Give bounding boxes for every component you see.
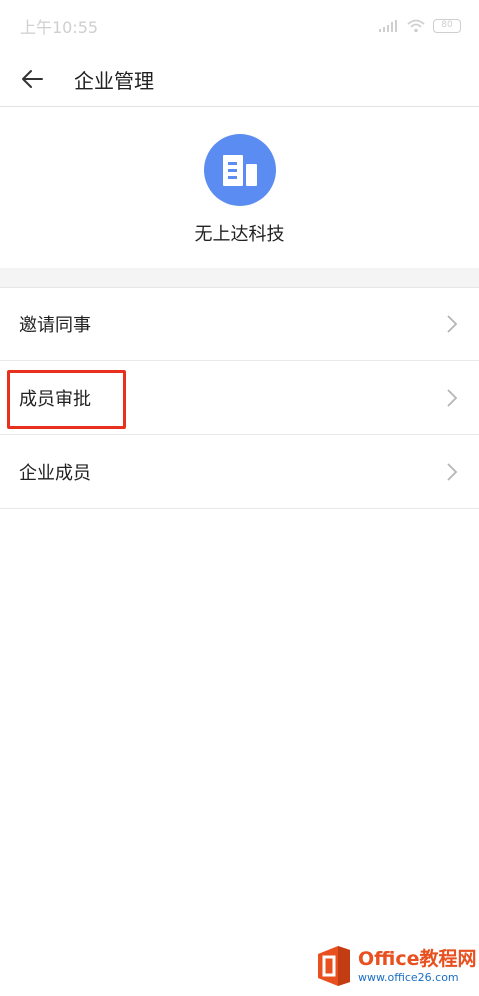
menu-item-label: 企业成员 bbox=[19, 462, 91, 484]
chevron-right-icon bbox=[447, 388, 458, 407]
status-icons: 80 bbox=[379, 19, 461, 33]
menu-item-invite-colleagues[interactable]: 邀请同事 bbox=[0, 288, 479, 361]
page-title: 企业管理 bbox=[74, 68, 154, 93]
office-logo-icon bbox=[318, 946, 350, 986]
company-name: 无上达科技 bbox=[194, 224, 285, 245]
page: 上午10:55 80 企业管理 无上达科技 邀请同事 成员审批 企业成员 Off… bbox=[0, 0, 479, 996]
menu-list: 邀请同事 成员审批 企业成员 bbox=[0, 288, 479, 509]
watermark-url: www.office26.com bbox=[358, 970, 459, 984]
status-bar: 上午10:55 80 bbox=[0, 0, 479, 52]
watermark-brand: Office教程网 bbox=[358, 947, 477, 970]
menu-item-member-approval[interactable]: 成员审批 bbox=[0, 361, 479, 435]
chevron-right-icon bbox=[447, 462, 458, 481]
menu-item-label: 邀请同事 bbox=[19, 315, 91, 336]
menu-item-company-members[interactable]: 企业成员 bbox=[0, 435, 479, 509]
signal-icon bbox=[379, 20, 397, 32]
section-divider bbox=[0, 268, 479, 288]
chevron-right-icon bbox=[447, 315, 458, 333]
menu-item-label: 成员审批 bbox=[19, 388, 91, 410]
company-info: 无上达科技 bbox=[0, 108, 479, 268]
back-arrow-icon bbox=[22, 70, 43, 88]
watermark: Office教程网 www.office26.com bbox=[314, 944, 477, 988]
wifi-icon bbox=[407, 19, 425, 33]
status-time: 上午10:55 bbox=[20, 18, 99, 37]
company-logo bbox=[203, 134, 276, 206]
app-header: 企业管理 bbox=[0, 52, 479, 107]
battery-icon: 80 bbox=[433, 19, 461, 33]
building-icon bbox=[222, 155, 257, 186]
back-button[interactable] bbox=[2, 52, 62, 107]
